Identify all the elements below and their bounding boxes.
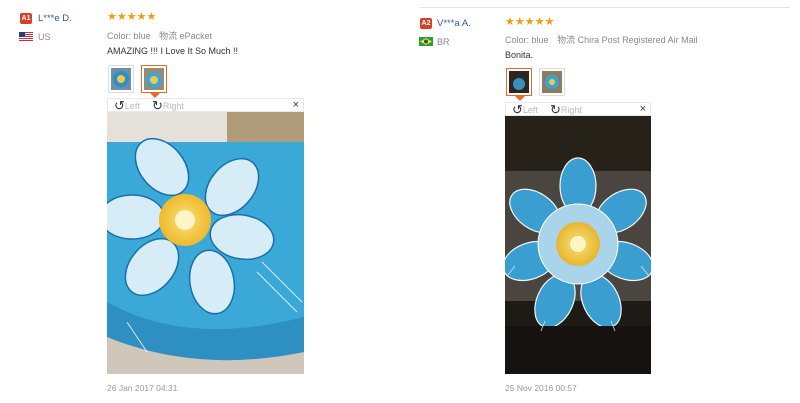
buyer-level-badge: A2 — [420, 18, 432, 29]
rotate-left-button[interactable]: ↺Left — [114, 99, 140, 113]
review-date: 26 Jan 2017 04:31 — [107, 383, 178, 393]
rotate-right-button[interactable]: ↻Right — [152, 99, 184, 113]
color-label: Color: — [505, 35, 530, 45]
review-thumbnail-1-selected[interactable] — [506, 68, 532, 96]
rotate-left-button[interactable]: ↺Left — [512, 103, 538, 117]
shipping-value: ePacket — [179, 31, 213, 41]
rotate-left-icon: ↺ — [512, 102, 523, 117]
review-text: Bonita. — [505, 50, 534, 60]
star-rating: ★★★★★ — [505, 16, 555, 28]
br-flag-icon — [419, 37, 433, 46]
review-thumbnail-1[interactable] — [108, 65, 134, 93]
shipping-label: 物流 — [159, 31, 178, 41]
close-viewer-button[interactable]: × — [293, 99, 299, 112]
mandala-towel-photo — [107, 112, 304, 374]
selected-thumbnail-indicator — [515, 96, 525, 101]
rotate-right-button[interactable]: ↻Right — [550, 103, 582, 117]
color-value: blue — [531, 35, 549, 45]
us-flag-icon — [19, 32, 33, 41]
image-viewer-toolbar: ↺Left ↻Right × — [107, 98, 304, 112]
rotate-right-icon: ↻ — [152, 98, 163, 113]
shipping-value: Chira Post Registered Air Mail — [577, 35, 698, 45]
buyer-name: L***e D. — [38, 13, 72, 24]
divider — [420, 7, 790, 8]
review-photo-large — [505, 116, 651, 374]
color-label: Color: — [107, 31, 132, 41]
review-text: AMAZING !!! I Love It So Much !! — [107, 46, 239, 56]
review-date: 25 Nov 2016 00:57 — [505, 383, 577, 393]
buyer-country: US — [38, 32, 51, 42]
image-viewer-toolbar: ↺Left ↻Right × — [505, 102, 651, 116]
shipping-label: 物流 — [557, 35, 576, 45]
review-photo-large — [107, 112, 304, 374]
order-info: Color: blue 物流 ePacket — [107, 29, 218, 42]
buyer-country: BR — [437, 37, 450, 47]
star-rating: ★★★★★ — [107, 11, 157, 23]
review-thumbnail-2[interactable] — [539, 68, 565, 96]
buyer-name: V***a A. — [437, 18, 471, 29]
buyer-level-badge: A1 — [20, 13, 32, 24]
close-viewer-button[interactable]: × — [640, 103, 646, 116]
order-info: Color: blue 物流 Chira Post Registered Air… — [505, 33, 704, 46]
rotate-left-icon: ↺ — [114, 98, 125, 113]
review-thumbnail-2-selected[interactable] — [141, 65, 167, 93]
color-value: blue — [133, 31, 151, 41]
rotate-right-icon: ↻ — [550, 102, 561, 117]
mandala-tapestry-photo — [505, 116, 651, 374]
